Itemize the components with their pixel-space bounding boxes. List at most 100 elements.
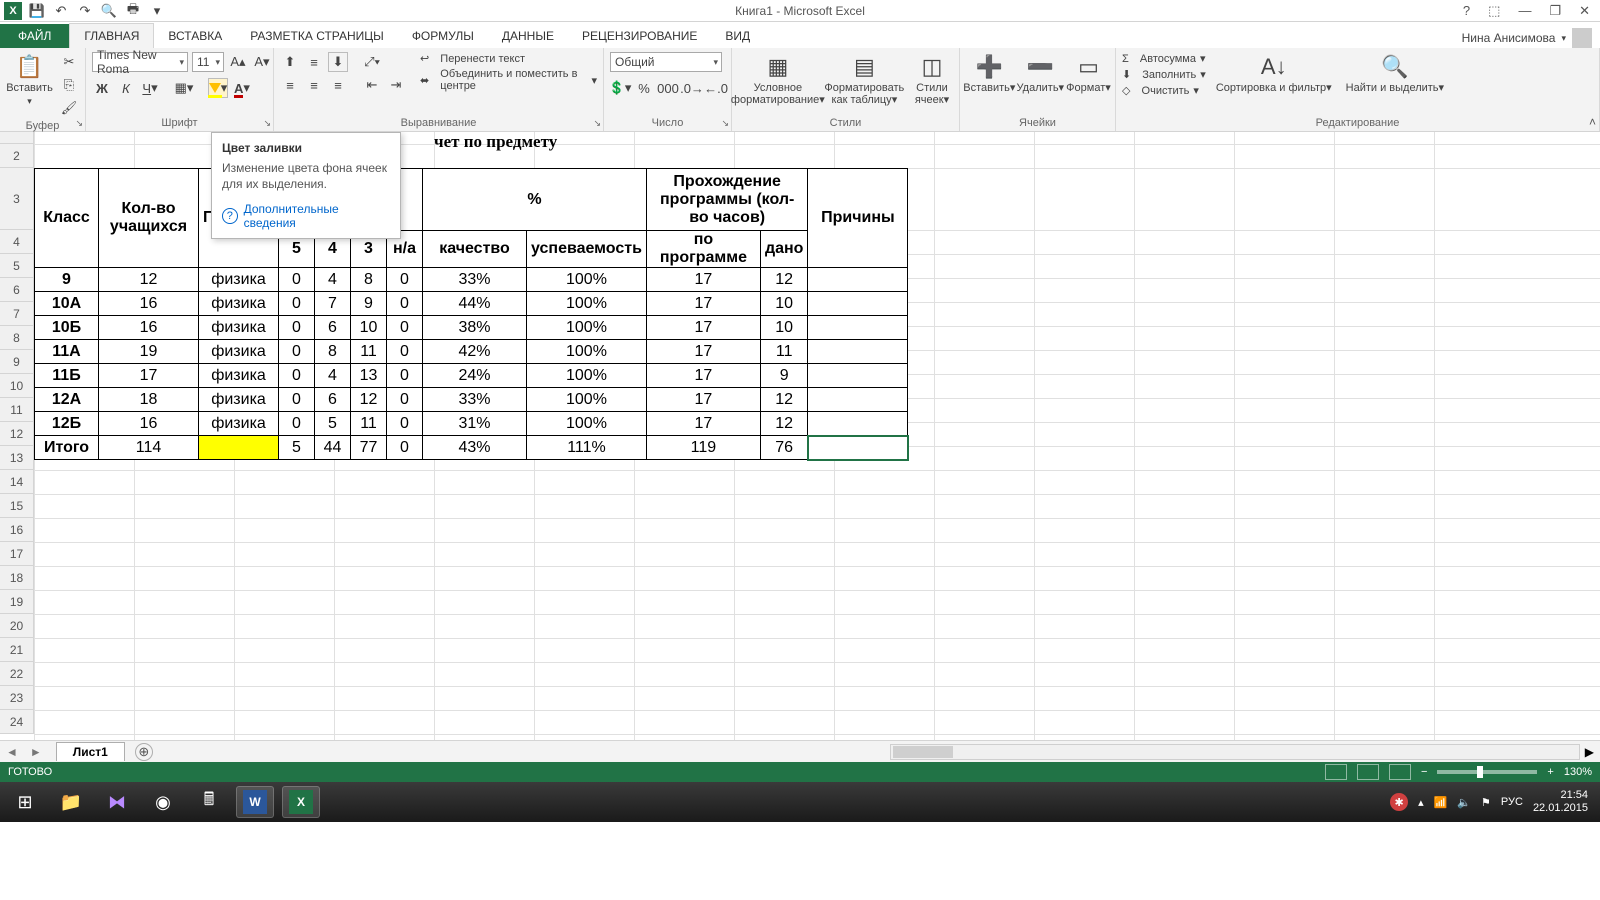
- help-icon[interactable]: ?: [1459, 3, 1474, 19]
- cell-g5[interactable]: 0: [279, 340, 315, 364]
- cell-count[interactable]: 12: [99, 268, 199, 292]
- close-icon[interactable]: ✕: [1575, 3, 1594, 19]
- zoom-in-icon[interactable]: +: [1547, 766, 1553, 778]
- cell-na[interactable]: 0: [387, 388, 423, 412]
- zoom-thumb[interactable]: [1477, 766, 1483, 778]
- cell-g4[interactable]: 7: [315, 292, 351, 316]
- cell-na[interactable]: 0: [387, 340, 423, 364]
- cell-prog[interactable]: 17: [646, 412, 760, 436]
- paste-button[interactable]: 📋 Вставить ▾: [6, 52, 53, 109]
- total-quality[interactable]: 43%: [423, 436, 527, 460]
- row-header[interactable]: 23: [0, 686, 34, 710]
- font-size-select[interactable]: 11: [192, 52, 224, 72]
- save-icon[interactable]: 💾: [28, 2, 46, 20]
- cell-g5[interactable]: 0: [279, 388, 315, 412]
- clear-button[interactable]: ◇ Очистить▾: [1122, 84, 1206, 97]
- zoom-out-icon[interactable]: −: [1421, 766, 1427, 778]
- row-header[interactable]: 5: [0, 254, 34, 278]
- cell-class[interactable]: 11Б: [35, 364, 99, 388]
- cell-succ[interactable]: 100%: [527, 268, 647, 292]
- font-color-button[interactable]: A▾: [232, 78, 252, 98]
- cell-g3[interactable]: 8: [351, 268, 387, 292]
- align-bottom-icon[interactable]: ⬇: [328, 52, 348, 72]
- worksheet-area[interactable]: 23456789101112131415161718192021222324 ч…: [0, 132, 1600, 740]
- sort-filter-button[interactable]: A↓Сортировка и фильтр▾: [1212, 52, 1336, 96]
- font-name-select[interactable]: Times New Roma: [92, 52, 188, 72]
- hdr-students[interactable]: Кол-во учащихся: [99, 169, 199, 268]
- explorer-icon[interactable]: 📁: [52, 786, 90, 818]
- hdr-quality[interactable]: качество: [423, 231, 527, 268]
- restore-icon[interactable]: ❐: [1545, 3, 1565, 19]
- cell-reason[interactable]: [808, 292, 908, 316]
- row-header[interactable]: 24: [0, 710, 34, 734]
- tab-review[interactable]: РЕЦЕНЗИРОВАНИЕ: [568, 24, 711, 48]
- cell-given[interactable]: 10: [760, 292, 808, 316]
- cell-count[interactable]: 16: [99, 412, 199, 436]
- cell-g4[interactable]: 6: [315, 316, 351, 340]
- cell-given[interactable]: 9: [760, 364, 808, 388]
- font-launcher-icon[interactable]: ↘: [263, 118, 271, 129]
- tab-formulas[interactable]: ФОРМУЛЫ: [398, 24, 488, 48]
- orientation-icon[interactable]: ⤢▾: [362, 52, 382, 72]
- cell-prog[interactable]: 17: [646, 292, 760, 316]
- cut-icon[interactable]: ✂: [59, 52, 79, 72]
- zoom-slider[interactable]: [1437, 770, 1537, 774]
- hdr-reasons[interactable]: Причины: [808, 169, 908, 268]
- cell-prog[interactable]: 17: [646, 268, 760, 292]
- cell-count[interactable]: 19: [99, 340, 199, 364]
- row-header[interactable]: 11: [0, 398, 34, 422]
- cell-qual[interactable]: 31%: [423, 412, 527, 436]
- cell-na[interactable]: 0: [387, 364, 423, 388]
- cell-subj[interactable]: физика: [199, 388, 279, 412]
- page-layout-view-icon[interactable]: [1357, 764, 1379, 780]
- start-button[interactable]: ⊞: [6, 786, 44, 818]
- total-na[interactable]: 0: [387, 436, 423, 460]
- cell-g3[interactable]: 12: [351, 388, 387, 412]
- cell-reason[interactable]: [808, 364, 908, 388]
- row-header[interactable]: 20: [0, 614, 34, 638]
- cell-qual[interactable]: 33%: [423, 388, 527, 412]
- insert-cells-button[interactable]: ➕Вставить▾: [966, 52, 1013, 96]
- increase-font-icon[interactable]: A▴: [228, 52, 248, 72]
- tooltip-more-info-link[interactable]: ? Дополнительные сведения: [222, 202, 390, 230]
- cell-succ[interactable]: 100%: [527, 292, 647, 316]
- tab-insert[interactable]: ВСТАВКА: [154, 24, 236, 48]
- number-launcher-icon[interactable]: ↘: [721, 118, 729, 129]
- row-header[interactable]: 17: [0, 542, 34, 566]
- cell-count[interactable]: 16: [99, 316, 199, 340]
- cell-na[interactable]: 0: [387, 412, 423, 436]
- total-g5[interactable]: 5: [279, 436, 315, 460]
- cell-subj[interactable]: физика: [199, 268, 279, 292]
- cell-g3[interactable]: 10: [351, 316, 387, 340]
- cell-qual[interactable]: 44%: [423, 292, 527, 316]
- wrap-text-button[interactable]: ↩ Перенести текст: [420, 52, 597, 65]
- tray-language[interactable]: РУС: [1501, 796, 1523, 808]
- cell-succ[interactable]: 100%: [527, 340, 647, 364]
- cell-g3[interactable]: 9: [351, 292, 387, 316]
- format-cells-button[interactable]: ▭Формат▾: [1068, 52, 1109, 96]
- cell-given[interactable]: 12: [760, 268, 808, 292]
- increase-indent-icon[interactable]: ⇥: [386, 75, 406, 95]
- percent-format-icon[interactable]: %: [634, 78, 654, 98]
- account-area[interactable]: Нина Анисимова ▾: [1462, 28, 1600, 48]
- taskbar-clock[interactable]: 21:54 22.01.2015: [1533, 789, 1594, 815]
- align-middle-icon[interactable]: ≡: [304, 52, 324, 72]
- copy-icon[interactable]: ⎘: [59, 75, 79, 95]
- cell-succ[interactable]: 100%: [527, 388, 647, 412]
- row-header[interactable]: 22: [0, 662, 34, 686]
- ribbon-options-icon[interactable]: ⬚: [1484, 3, 1504, 19]
- cell-g5[interactable]: 0: [279, 412, 315, 436]
- cell-reason[interactable]: [808, 388, 908, 412]
- cell-class[interactable]: 10А: [35, 292, 99, 316]
- tab-file[interactable]: ФАЙЛ: [0, 24, 69, 48]
- cell-prog[interactable]: 17: [646, 316, 760, 340]
- cell-na[interactable]: 0: [387, 316, 423, 340]
- cell-reason[interactable]: [808, 316, 908, 340]
- cell-subj[interactable]: физика: [199, 292, 279, 316]
- normal-view-icon[interactable]: [1325, 764, 1347, 780]
- scrollbar-thumb[interactable]: [893, 746, 953, 758]
- cell-na[interactable]: 0: [387, 292, 423, 316]
- cell-count[interactable]: 17: [99, 364, 199, 388]
- selected-cell[interactable]: [808, 436, 908, 460]
- redo-icon[interactable]: ↷: [76, 2, 94, 20]
